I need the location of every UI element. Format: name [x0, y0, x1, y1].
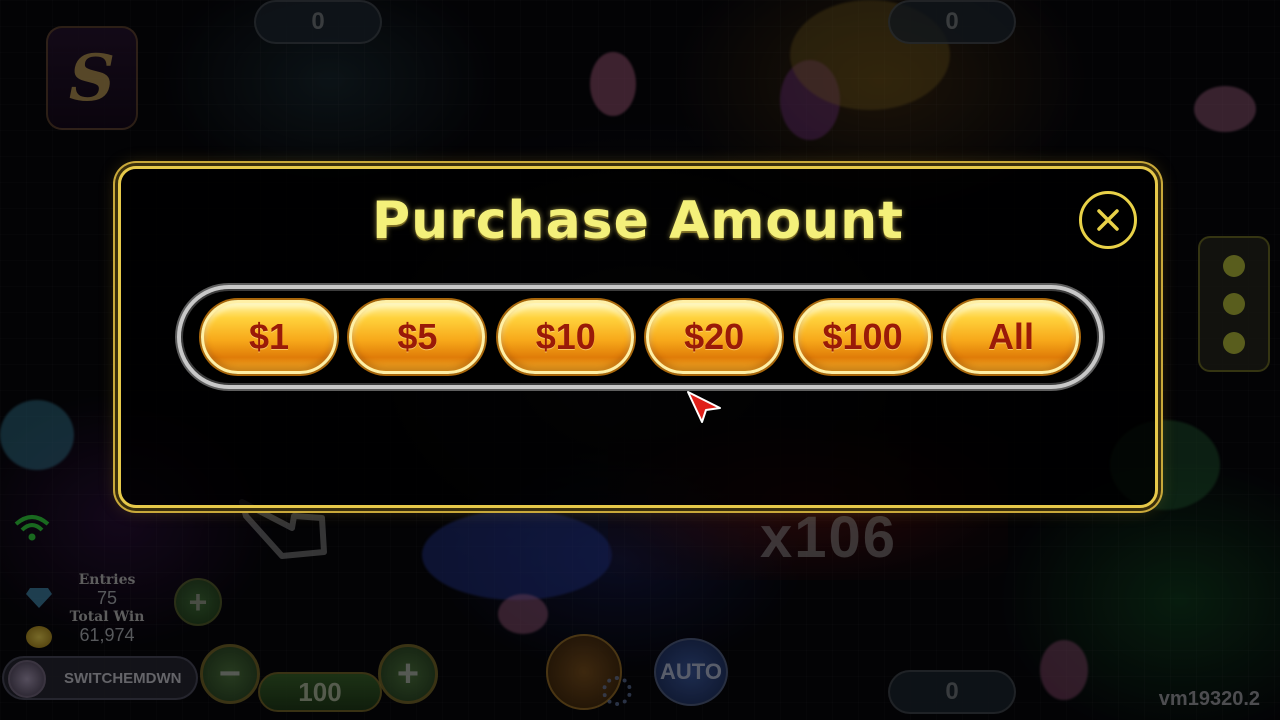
amount-20-button[interactable]: $20	[646, 300, 783, 374]
purchase-amount-dialog: Purchase Amount $1 $5 $10 $20 $100 All	[118, 166, 1158, 508]
amount-10-button[interactable]: $10	[497, 300, 634, 374]
close-icon	[1097, 209, 1119, 231]
amount-100-button[interactable]: $100	[794, 300, 931, 374]
amount-all-button[interactable]: All	[942, 300, 1079, 374]
cursor-arrow-icon	[687, 391, 721, 423]
close-button[interactable]	[1079, 191, 1137, 249]
amount-5-button[interactable]: $5	[349, 300, 486, 374]
amount-1-button[interactable]: $1	[201, 300, 337, 374]
dialog-title: Purchase Amount	[371, 191, 905, 251]
amount-options: $1 $5 $10 $20 $100 All	[177, 285, 1103, 389]
